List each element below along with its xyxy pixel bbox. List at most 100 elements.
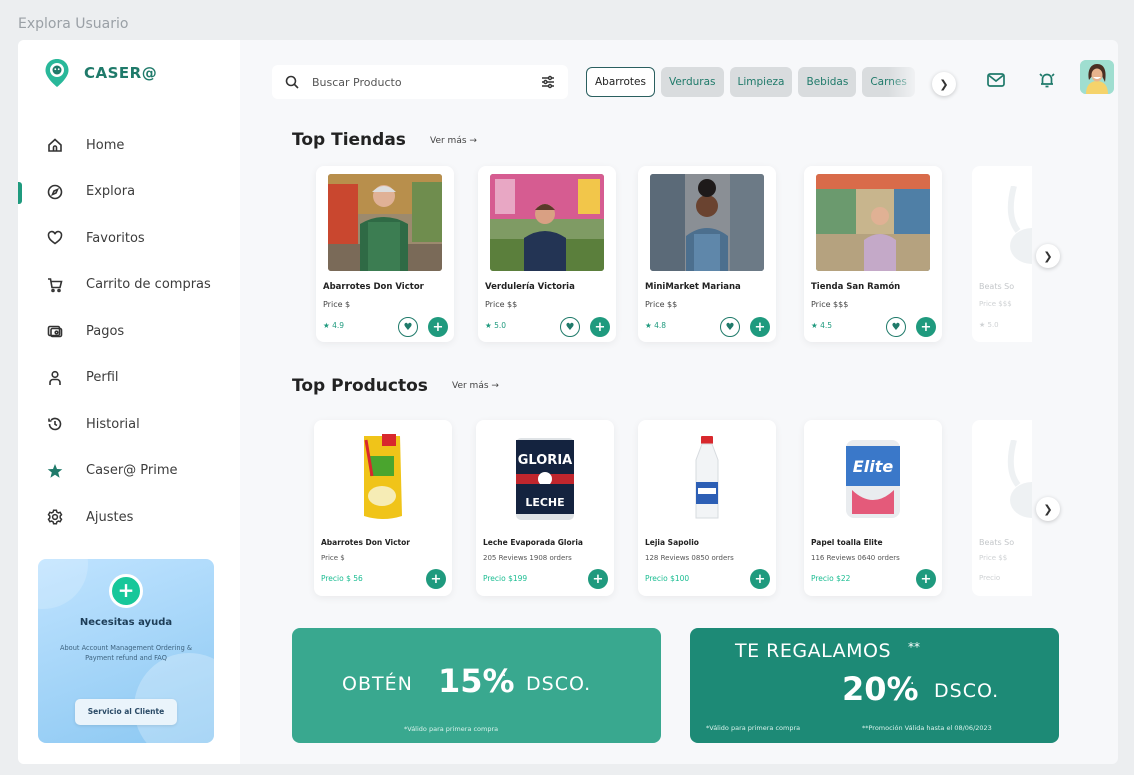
add-plus-icon[interactable]: + — [750, 317, 770, 337]
product-subtitle: Price $ — [321, 554, 345, 562]
sidebar-item-historial[interactable]: Historial — [18, 401, 240, 448]
store-photo — [816, 174, 930, 271]
store-price: Price $$ — [645, 300, 678, 309]
add-plus-icon[interactable]: + — [916, 569, 936, 589]
top-stores-title: Top Tiendas — [292, 130, 406, 150]
product-image: GLORIA LECHE — [504, 430, 586, 526]
sidebar-item-caser-prime[interactable]: Caser@ Prime — [18, 448, 240, 495]
favorite-heart-icon[interactable]: ♥ — [560, 317, 580, 337]
help-plus-icon: + — [109, 574, 143, 608]
search-bar[interactable]: Buscar Producto — [272, 65, 568, 99]
product-price: Precio $22 — [811, 574, 851, 583]
favorite-heart-icon[interactable]: ♥ — [886, 317, 906, 337]
store-photo — [650, 174, 764, 271]
product-subtitle: Price $$ — [979, 554, 1008, 562]
promo-bullet-icon: · — [910, 676, 915, 692]
cart-icon — [46, 276, 64, 294]
store-price: Price $$$ — [979, 300, 1012, 308]
sidebar-item-ajustes[interactable]: Ajustes — [18, 494, 240, 541]
elite-brand-label: Elite — [853, 457, 894, 476]
sidebar-item-perfil[interactable]: Perfil — [18, 355, 240, 402]
tabs-fade — [888, 67, 938, 99]
sidebar-item-label: Home — [86, 137, 125, 153]
promo-suffix: DSCO. — [526, 673, 592, 695]
sidebar-item-pagos[interactable]: Pagos — [18, 308, 240, 355]
store-card-partial[interactable]: Beats So Price $$$ ★ 5.0 — [972, 166, 1032, 342]
top-products-title: Top Productos — [292, 376, 428, 396]
add-plus-icon[interactable]: + — [426, 569, 446, 589]
window-title: Explora Usuario — [18, 16, 129, 32]
promo-validity-note: **Promoción Válida hasta el 08/06/2023 — [862, 724, 992, 732]
store-card[interactable]: Abarrotes Don Victor Price $ ★ 4.9 ♥ + — [316, 166, 454, 342]
product-card[interactable]: GLORIA LECHE Leche Evaporada Gloria 205 … — [476, 420, 614, 596]
store-card[interactable]: MiniMarket Mariana Price $$ ★ 4.8 ♥ + — [638, 166, 776, 342]
sidebar-item-favoritos[interactable]: Favoritos — [18, 215, 240, 262]
add-plus-icon[interactable]: + — [916, 317, 936, 337]
product-image: Elite — [832, 430, 914, 526]
add-plus-icon[interactable]: + — [428, 317, 448, 337]
product-card[interactable]: Elite Papel toalla Elite 116 Reviews 064… — [804, 420, 942, 596]
sidebar-item-label: Ajustes — [86, 509, 134, 525]
store-price: Price $ — [323, 300, 351, 309]
promo-prefix: OBTÉN — [342, 673, 413, 695]
top-stores-see-more-link[interactable]: Ver más → — [430, 136, 477, 146]
brand-logo[interactable]: CASER@ — [44, 58, 157, 88]
search-input[interactable]: Buscar Producto — [312, 76, 528, 89]
mail-icon[interactable] — [986, 70, 1006, 90]
decorative-blob — [38, 559, 88, 609]
promo-suffix: DSCO. — [934, 680, 1000, 702]
product-image — [342, 430, 424, 526]
product-price: Precio $199 — [483, 574, 528, 583]
search-icon — [284, 74, 300, 90]
location-pin-logo-icon — [45, 59, 69, 87]
product-name: Lejia Sapolio — [645, 538, 699, 547]
tab-limpieza[interactable]: Limpieza — [729, 67, 793, 97]
sidebar-item-label: Historial — [86, 416, 140, 432]
product-name: Leche Evaporada Gloria — [483, 538, 583, 547]
promo-banner-15[interactable]: OBTÉN 15% · DSCO. *Válido para primera c… — [292, 628, 661, 743]
store-card[interactable]: Tienda San Ramón Price $$$ ★ 4.5 ♥ + — [804, 166, 942, 342]
wallet-icon — [46, 322, 64, 340]
stores-next-button[interactable]: ❯ — [1036, 244, 1060, 268]
add-plus-icon[interactable]: + — [590, 317, 610, 337]
sidebar-item-home[interactable]: Home — [18, 122, 240, 169]
tab-abarrotes[interactable]: Abarrotes — [586, 67, 655, 97]
decorative-blob — [134, 653, 214, 743]
top-products-see-more-link[interactable]: Ver más → — [452, 381, 499, 391]
brand-name: CASER@ — [84, 64, 158, 82]
sidebar-item-carrito[interactable]: Carrito de compras — [18, 262, 240, 309]
app-frame: CASER@ Home Explora Favoritos Carrito de… — [18, 40, 1118, 764]
heart-icon — [46, 229, 64, 247]
tabs-next-button[interactable]: ❯ — [932, 72, 956, 96]
product-name: Abarrotes Don Victor — [321, 538, 410, 547]
promo-title: TE REGALAMOS — [735, 640, 892, 662]
sidebar-nav: Home Explora Favoritos Carrito de compra… — [18, 122, 240, 541]
product-image — [666, 430, 748, 526]
store-name: Abarrotes Don Victor — [323, 282, 424, 292]
tab-verduras[interactable]: Verduras — [660, 67, 724, 97]
products-next-button[interactable]: ❯ — [1036, 497, 1060, 521]
add-plus-icon[interactable]: + — [750, 569, 770, 589]
promo-note: *Válido para primera compra — [706, 724, 801, 732]
product-card[interactable]: Lejia Sapolio 128 Reviews 0850 orders Pr… — [638, 420, 776, 596]
user-avatar[interactable] — [1080, 60, 1114, 94]
favorite-heart-icon[interactable]: ♥ — [398, 317, 418, 337]
store-rating: ★ 4.8 — [645, 321, 667, 330]
user-icon — [46, 369, 64, 387]
product-card[interactable]: Abarrotes Don Victor Price $ Precio $ 56… — [314, 420, 452, 596]
filter-icon[interactable] — [540, 74, 556, 90]
favorite-heart-icon[interactable]: ♥ — [720, 317, 740, 337]
add-plus-icon[interactable]: + — [588, 569, 608, 589]
store-rating: ★ 5.0 — [979, 321, 999, 329]
store-name: MiniMarket Mariana — [645, 282, 741, 292]
sidebar-item-explora[interactable]: Explora — [18, 169, 240, 216]
tab-bebidas[interactable]: Bebidas — [798, 67, 857, 97]
sidebar-item-label: Perfil — [86, 370, 119, 386]
store-card[interactable]: Verdulería Victoria Price $$ ★ 5.0 ♥ + — [478, 166, 616, 342]
gear-icon — [46, 508, 64, 526]
promo-banner-20[interactable]: TE REGALAMOS ** 20% · DSCO. *Válido para… — [690, 628, 1059, 743]
bell-icon[interactable] — [1037, 70, 1057, 90]
product-card-partial[interactable]: Beats So Price $$ Precio — [972, 420, 1032, 596]
customer-service-button[interactable]: Servicio al Cliente — [75, 699, 177, 725]
store-rating: ★ 5.0 — [485, 321, 507, 330]
